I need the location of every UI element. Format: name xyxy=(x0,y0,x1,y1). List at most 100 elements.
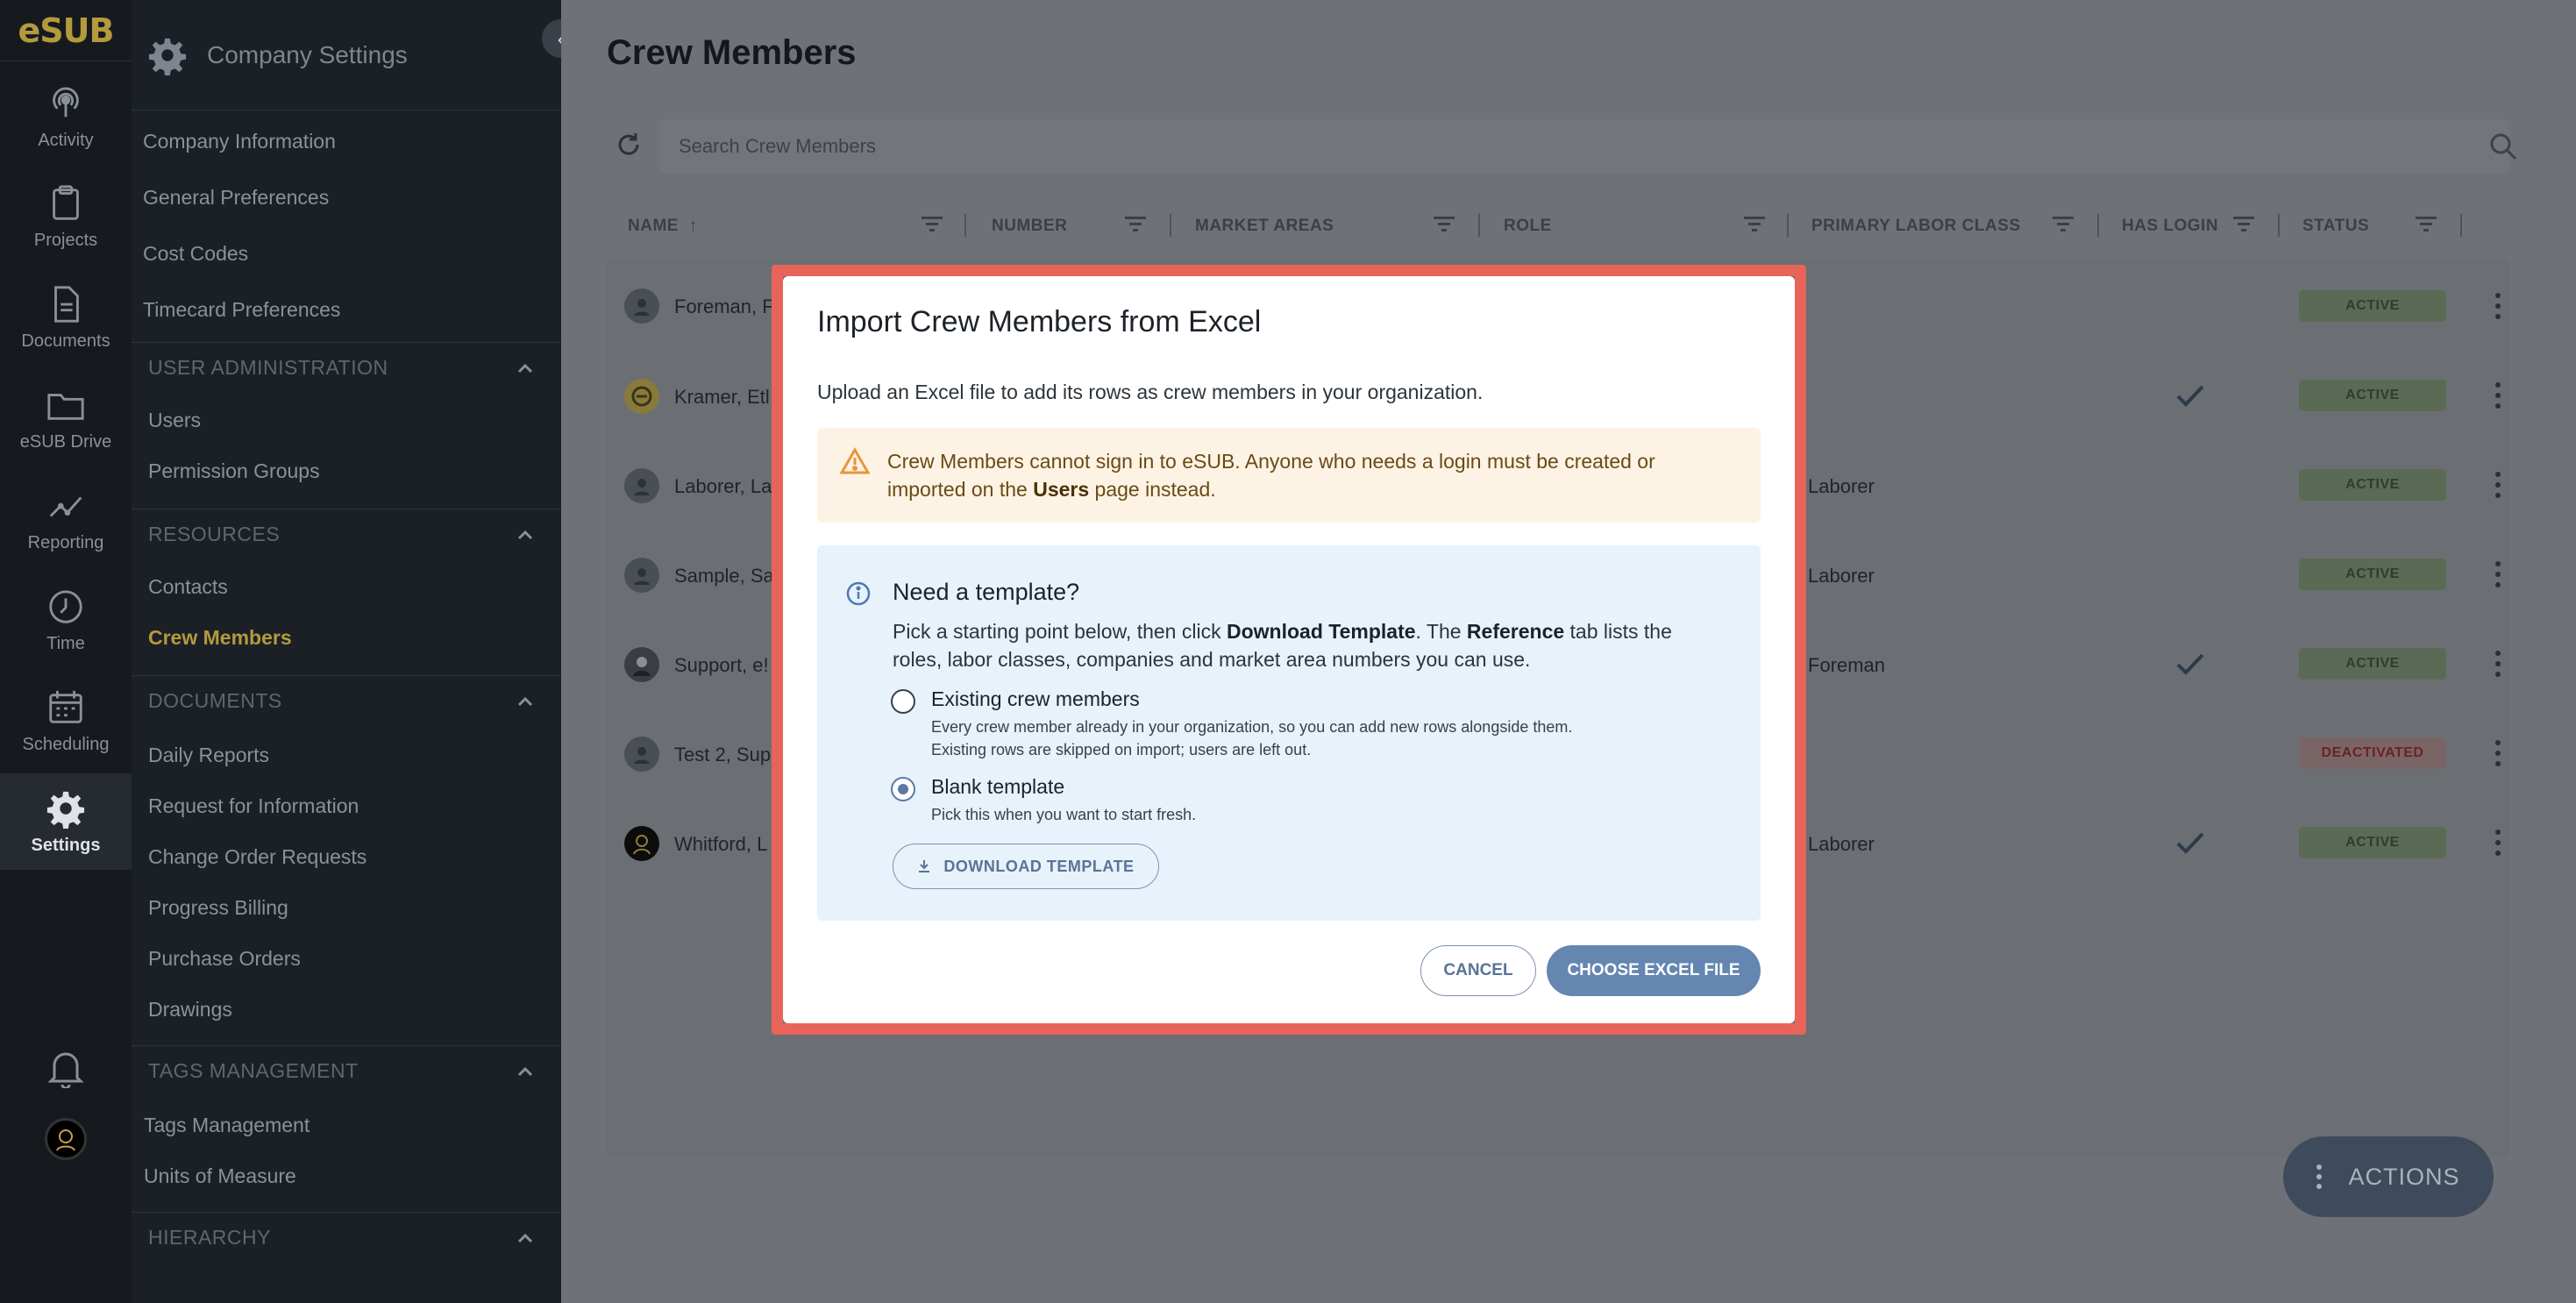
sort-up-icon: ↑ xyxy=(683,217,698,235)
rail-item-time[interactable]: Time xyxy=(0,572,132,668)
row-name[interactable]: Laborer, La xyxy=(674,475,772,498)
nav-purchase-orders[interactable]: Purchase Orders xyxy=(148,947,301,971)
page-title: Crew Members xyxy=(607,33,857,72)
section-user-administration[interactable]: USER ADMINISTRATION xyxy=(132,342,561,393)
nav-timecard-preferences[interactable]: Timecard Preferences xyxy=(143,298,340,322)
clock-icon xyxy=(49,589,82,623)
nav-users[interactable]: Users xyxy=(148,409,201,432)
row-menu-button[interactable] xyxy=(2492,472,2504,498)
nav-crew-members[interactable]: Crew Members xyxy=(148,626,292,650)
search-input[interactable] xyxy=(659,119,2509,174)
column-primary-labor-class[interactable]: PRIMARY LABOR CLASS xyxy=(1811,217,2021,236)
column-number[interactable]: NUMBER xyxy=(992,217,1067,236)
row-name[interactable]: Foreman, F xyxy=(674,295,774,318)
row-menu-button[interactable] xyxy=(2492,561,2504,587)
column-divider[interactable] xyxy=(2278,214,2280,237)
refresh-icon[interactable] xyxy=(614,130,644,160)
row-menu-button[interactable] xyxy=(2492,830,2504,856)
search-icon[interactable] xyxy=(2488,132,2518,161)
more-vertical-icon xyxy=(2316,1164,2323,1189)
avatar-image xyxy=(45,1118,87,1160)
nav-units-of-measure[interactable]: Units of Measure xyxy=(144,1164,296,1188)
column-has-login[interactable]: HAS LOGIN xyxy=(2122,217,2218,236)
section-hierarchy[interactable]: HIERARCHY xyxy=(132,1212,561,1263)
row-menu-button[interactable] xyxy=(2492,293,2504,319)
avatar xyxy=(624,826,659,861)
nav-drawings[interactable]: Drawings xyxy=(148,998,232,1022)
filter-icon[interactable] xyxy=(2232,214,2255,235)
row-name[interactable]: Whitford, L xyxy=(674,833,767,856)
nav-rfi[interactable]: Request for Information xyxy=(148,794,359,818)
filter-icon[interactable] xyxy=(1124,214,1147,235)
radio-existing-crew-members[interactable] xyxy=(891,689,915,714)
nav-daily-reports[interactable]: Daily Reports xyxy=(148,744,269,767)
column-divider[interactable] xyxy=(964,214,966,237)
actions-button[interactable]: ACTIONS xyxy=(2283,1136,2494,1217)
row-menu-button[interactable] xyxy=(2492,651,2504,677)
chevron-up-icon xyxy=(517,530,533,539)
section-resources[interactable]: RESOURCES xyxy=(132,509,561,559)
notifications[interactable] xyxy=(0,1048,132,1088)
option-label[interactable]: Blank template xyxy=(931,775,1064,799)
user-avatar[interactable] xyxy=(0,1118,132,1160)
option-description: Pick this when you want to start fresh. xyxy=(931,806,1197,823)
nav-company-information[interactable]: Company Information xyxy=(143,130,336,153)
choose-excel-file-button[interactable]: CHOOSE EXCEL FILE xyxy=(1547,945,1761,996)
rail-item-activity[interactable]: Activity xyxy=(0,68,132,165)
filter-icon[interactable] xyxy=(1743,214,1766,235)
avatar xyxy=(624,468,659,503)
nav-tags-management[interactable]: Tags Management xyxy=(144,1114,310,1137)
filter-icon[interactable] xyxy=(921,214,943,235)
download-template-button[interactable]: DOWNLOAD TEMPLATE xyxy=(893,844,1159,889)
person-icon xyxy=(634,479,650,495)
nav-general-preferences[interactable]: General Preferences xyxy=(143,186,329,210)
calendar-icon xyxy=(49,690,82,723)
chevron-up-icon xyxy=(517,1233,533,1242)
column-divider[interactable] xyxy=(2097,214,2099,237)
column-divider[interactable] xyxy=(1478,214,1480,237)
row-name[interactable]: Support, e! xyxy=(674,654,769,677)
esub-logo[interactable]: eSUB xyxy=(0,0,132,61)
activity-icon xyxy=(53,87,79,117)
row-labor-class: Laborer xyxy=(1808,833,1875,855)
panel-title: Company Settings xyxy=(207,40,408,68)
column-divider[interactable] xyxy=(1170,214,1171,237)
row-menu-button[interactable] xyxy=(2492,740,2504,766)
info-icon xyxy=(846,581,871,606)
panel-header: Company Settings xyxy=(132,0,561,110)
warning-text: Crew Members cannot sign in to eSUB. Any… xyxy=(887,450,1655,501)
section-documents[interactable]: DOCUMENTS xyxy=(132,675,561,726)
column-market-areas[interactable]: MARKET AREAS xyxy=(1195,217,1334,236)
nav-cost-codes[interactable]: Cost Codes xyxy=(143,242,248,266)
nav-change-order-requests[interactable]: Change Order Requests xyxy=(148,845,366,869)
avatar xyxy=(624,647,659,682)
row-name[interactable]: Test 2, Sup xyxy=(674,744,771,766)
row-name[interactable]: Sample, Sa xyxy=(674,565,774,587)
row-labor-class: Foreman xyxy=(1808,654,1886,676)
column-status[interactable]: STATUS xyxy=(2302,217,2369,236)
radio-blank-template[interactable] xyxy=(891,777,915,801)
cancel-button[interactable]: CANCEL xyxy=(1420,945,1536,996)
section-tags-management[interactable]: TAGS MANAGEMENT xyxy=(132,1045,561,1096)
row-menu-button[interactable] xyxy=(2492,382,2504,409)
nav-contacts[interactable]: Contacts xyxy=(148,575,228,599)
nav-permission-groups[interactable]: Permission Groups xyxy=(148,459,320,483)
option-label[interactable]: Existing crew members xyxy=(931,687,1140,711)
column-divider[interactable] xyxy=(1787,214,1789,237)
rail-item-documents[interactable]: Documents xyxy=(0,269,132,366)
column-role[interactable]: ROLE xyxy=(1504,217,1552,236)
rail-item-esub-drive[interactable]: eSUB Drive xyxy=(0,370,132,466)
rail-item-projects[interactable]: Projects xyxy=(0,168,132,265)
status-badge: ACTIVE xyxy=(2299,469,2446,501)
column-divider[interactable] xyxy=(2460,214,2462,237)
rail-item-reporting[interactable]: Reporting xyxy=(0,471,132,567)
filter-icon[interactable] xyxy=(2415,214,2437,235)
filter-icon[interactable] xyxy=(1433,214,1455,235)
rail-item-settings[interactable]: Settings xyxy=(0,773,132,870)
column-name[interactable]: NAME ↑ xyxy=(628,217,698,236)
filter-icon[interactable] xyxy=(2052,214,2074,235)
rail-item-scheduling[interactable]: Scheduling xyxy=(0,673,132,769)
person-icon xyxy=(634,747,650,764)
nav-progress-billing[interactable]: Progress Billing xyxy=(148,896,288,920)
row-name[interactable]: Kramer, Etl xyxy=(674,386,770,409)
